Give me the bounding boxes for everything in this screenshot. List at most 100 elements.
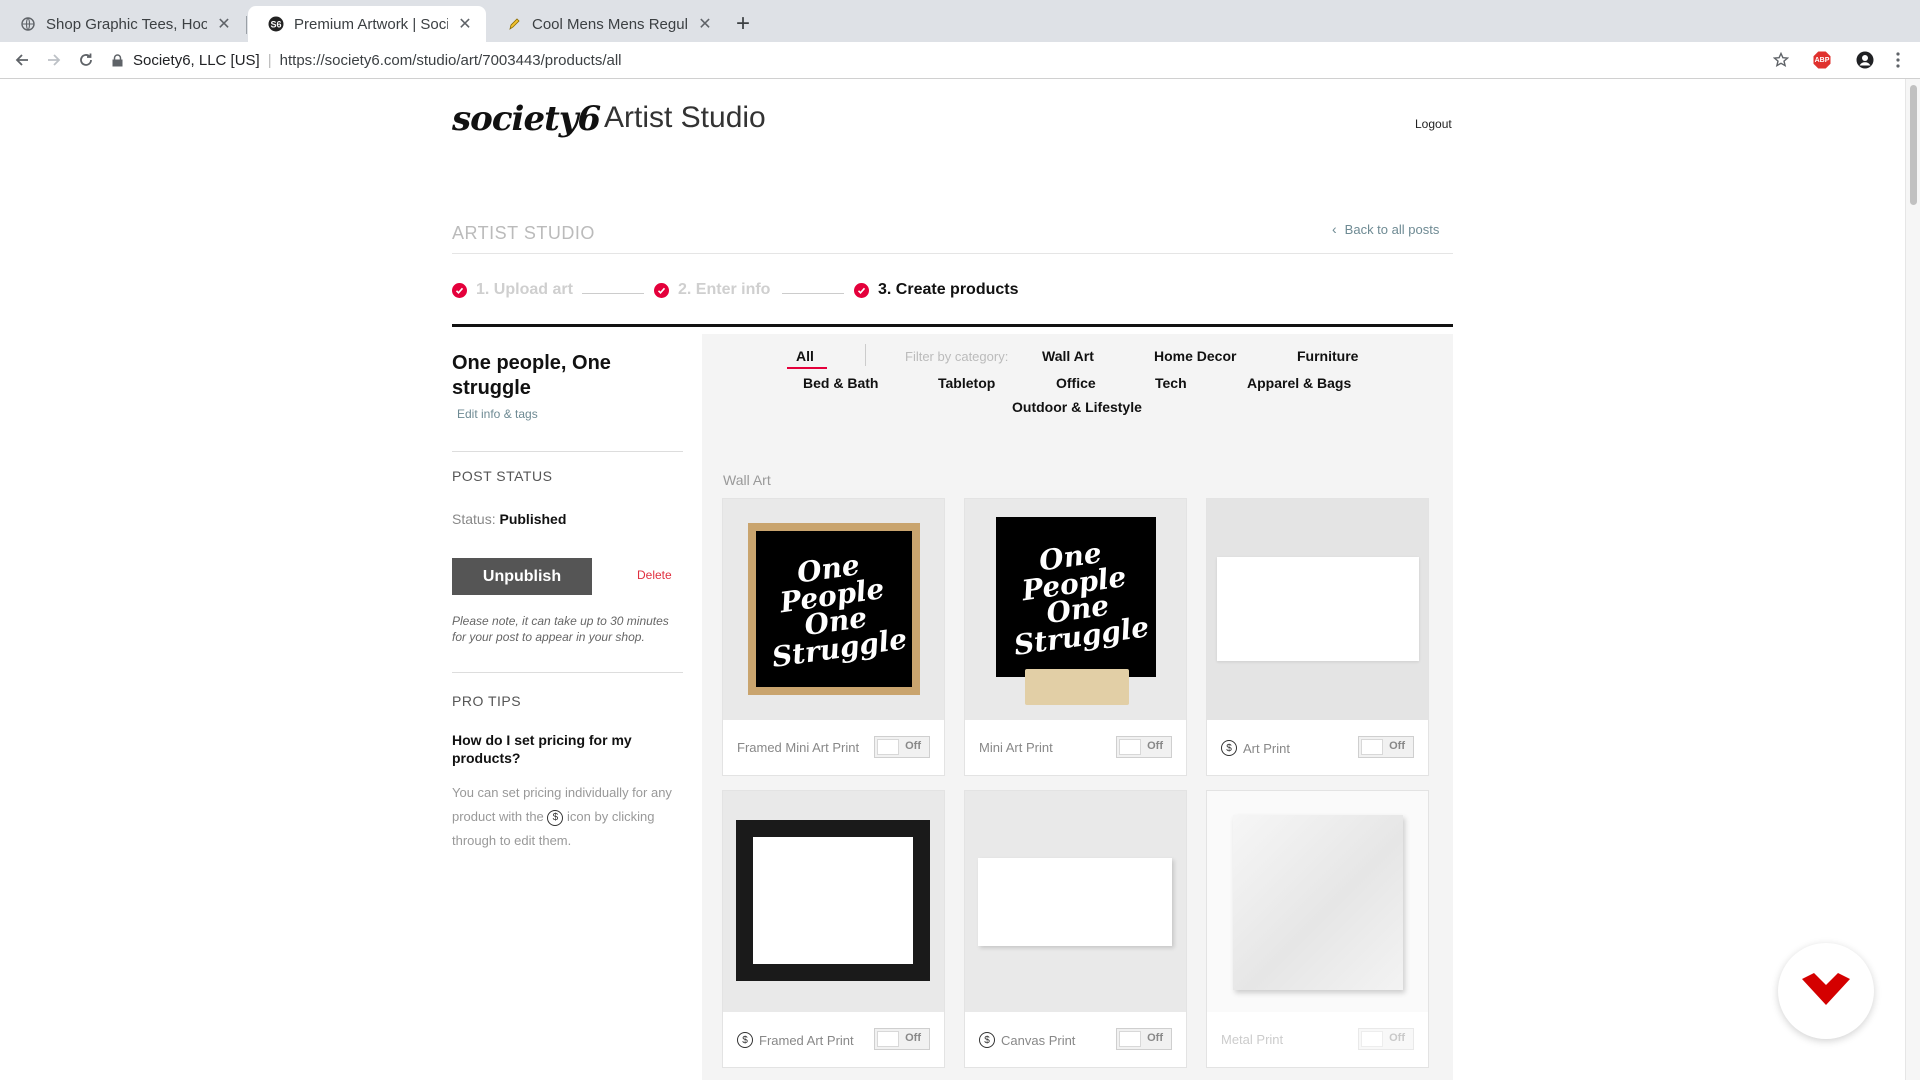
address-bar[interactable]: Society6, LLC [US] | https://society6.co…	[112, 46, 1782, 74]
product-name: Framed Mini Art Print	[737, 740, 860, 755]
product-toggle[interactable]: Off	[1116, 736, 1172, 758]
product-image[interactable]	[723, 791, 944, 1012]
profile-avatar-icon[interactable]	[1853, 48, 1877, 72]
close-tab-icon[interactable]: ✕	[696, 14, 714, 34]
new-tab-icon[interactable]: +	[736, 10, 750, 38]
back-arrow-icon[interactable]	[8, 46, 36, 74]
toggle-knob	[877, 739, 899, 755]
product-toggle[interactable]: Off	[1116, 1028, 1172, 1050]
filter-wall-art[interactable]: Wall Art	[1042, 348, 1094, 364]
white-canvas	[978, 858, 1172, 946]
dollar-icon[interactable]: $	[737, 1032, 753, 1048]
browser-toolbar: Society6, LLC [US] | https://society6.co…	[0, 42, 1920, 79]
filter-apparel-bags[interactable]: Apparel & Bags	[1247, 375, 1351, 391]
toggle-label: Off	[905, 1032, 921, 1044]
check-icon	[452, 282, 467, 298]
artwork-text: One People One Struggle	[1011, 536, 1152, 662]
globe-icon	[20, 16, 36, 32]
divider	[452, 672, 683, 673]
forward-arrow-icon[interactable]	[40, 46, 68, 74]
product-card-framed-mini-art-print[interactable]: One People One Struggle Framed Mini Art …	[722, 498, 945, 776]
society6-logo[interactable]: society6	[452, 99, 601, 139]
step-enter-info[interactable]: 2. Enter info	[654, 281, 770, 299]
toggle-label: Off	[905, 740, 921, 752]
browser-menu-icon[interactable]	[1886, 48, 1910, 72]
lock-icon	[112, 53, 123, 67]
browser-tab-bar: Shop Graphic Tees, Hoodies, a ✕ S6 Premi…	[0, 0, 1920, 42]
page-content: society6 Artist Studio Logout ARTIST STU…	[0, 79, 1905, 1080]
reload-icon[interactable]	[72, 46, 100, 74]
toggle-label: Off	[1147, 1032, 1163, 1044]
filter-home-decor[interactable]: Home Decor	[1154, 348, 1236, 364]
adblock-extension-icon[interactable]: ABP	[1810, 48, 1834, 72]
floating-help-button[interactable]	[1778, 943, 1874, 1039]
filter-bed-bath[interactable]: Bed & Bath	[803, 375, 878, 391]
site-identity: Society6, LLC [US]	[133, 51, 260, 69]
active-filter-underline	[787, 367, 827, 369]
browser-tab-society6[interactable]: S6 Premium Artwork | Society6 ✕	[248, 6, 486, 42]
product-image[interactable]: One People One Struggle	[965, 499, 1186, 720]
bookmark-star-icon[interactable]	[1769, 48, 1793, 72]
toggle-knob	[1361, 1031, 1383, 1047]
toggle-label: Off	[1389, 740, 1405, 752]
step-connector	[782, 293, 844, 294]
pro-tips-heading: PRO TIPS	[452, 693, 522, 709]
browser-tab-tee[interactable]: Cool Mens Mens Regular Tee c ✕	[486, 6, 726, 42]
page-scrollbar[interactable]	[1905, 79, 1920, 1080]
product-image[interactable]: One People One Struggle	[723, 499, 944, 720]
header-rule	[452, 324, 1453, 327]
back-to-posts-link[interactable]: ‹ Back to all posts	[1332, 221, 1439, 237]
product-card-art-print[interactable]: $ Art Print Off	[1206, 498, 1429, 776]
product-card-mini-art-print[interactable]: One People One Struggle Mini Art Print O…	[964, 498, 1187, 776]
logout-link[interactable]: Logout	[1415, 117, 1452, 131]
tip-answer: You can set pricing individually for any…	[452, 781, 683, 853]
product-card-canvas-print[interactable]: $ Canvas Print Off	[964, 790, 1187, 1068]
product-caption: Mini Art Print Off	[965, 720, 1186, 775]
filter-outdoor-lifestyle[interactable]: Outdoor & Lifestyle	[1012, 399, 1142, 415]
post-status-heading: POST STATUS	[452, 468, 553, 484]
product-image[interactable]	[965, 791, 1186, 1012]
tab-title: Premium Artwork | Society6	[294, 15, 448, 33]
dollar-icon[interactable]: $	[979, 1032, 995, 1048]
address-separator: |	[267, 51, 272, 69]
filter-tabletop[interactable]: Tabletop	[938, 375, 995, 391]
edit-info-tags-link[interactable]: Edit info & tags	[457, 407, 538, 421]
wood-stand	[1025, 669, 1129, 705]
white-print	[753, 837, 913, 964]
product-toggle[interactable]: Off	[874, 1028, 930, 1050]
dollar-icon[interactable]: $	[1221, 740, 1237, 756]
filter-all[interactable]: All	[796, 348, 814, 364]
product-image[interactable]	[1207, 791, 1428, 1012]
filter-tech[interactable]: Tech	[1155, 375, 1187, 391]
pencil-icon	[506, 16, 522, 32]
artwork-text: One People One Struggle	[769, 548, 910, 674]
chevron-heart-icon	[1800, 971, 1852, 1012]
close-tab-icon[interactable]: ✕	[215, 14, 233, 34]
filter-office[interactable]: Office	[1056, 375, 1096, 391]
product-card-framed-art-print[interactable]: $ Framed Art Print Off	[722, 790, 945, 1068]
filter-by-category-label: Filter by category:	[905, 349, 1009, 364]
unpublish-button[interactable]: Unpublish	[452, 558, 592, 595]
filter-divider	[865, 344, 866, 366]
filter-furniture[interactable]: Furniture	[1297, 348, 1358, 364]
artwork-preview: One People One Struggle	[996, 517, 1156, 677]
check-icon	[854, 282, 869, 298]
product-image[interactable]	[1207, 499, 1428, 720]
delete-link[interactable]: Delete	[637, 568, 672, 582]
url-text: https://society6.com/studio/art/7003443/…	[279, 51, 622, 69]
step-upload-art[interactable]: 1. Upload art	[452, 281, 573, 299]
product-caption: $ Framed Art Print Off	[723, 1012, 944, 1067]
step-create-products[interactable]: 3. Create products	[854, 281, 1018, 299]
tab-title: Cool Mens Mens Regular Tee c	[532, 15, 688, 33]
product-toggle[interactable]: Off	[1358, 736, 1414, 758]
product-toggle: Off	[1358, 1028, 1414, 1050]
product-toggle[interactable]: Off	[874, 736, 930, 758]
back-link-label: Back to all posts	[1344, 221, 1440, 237]
browser-tab-shop[interactable]: Shop Graphic Tees, Hoodies, a ✕	[0, 6, 245, 42]
toggle-label: Off	[1389, 1032, 1405, 1044]
scrollbar-thumb[interactable]	[1910, 85, 1917, 205]
product-name: $ Art Print	[1221, 740, 1290, 756]
status-value: Published	[499, 511, 567, 527]
close-tab-icon[interactable]: ✕	[456, 14, 474, 34]
product-card-metal-print[interactable]: Metal Print Off	[1206, 790, 1429, 1068]
